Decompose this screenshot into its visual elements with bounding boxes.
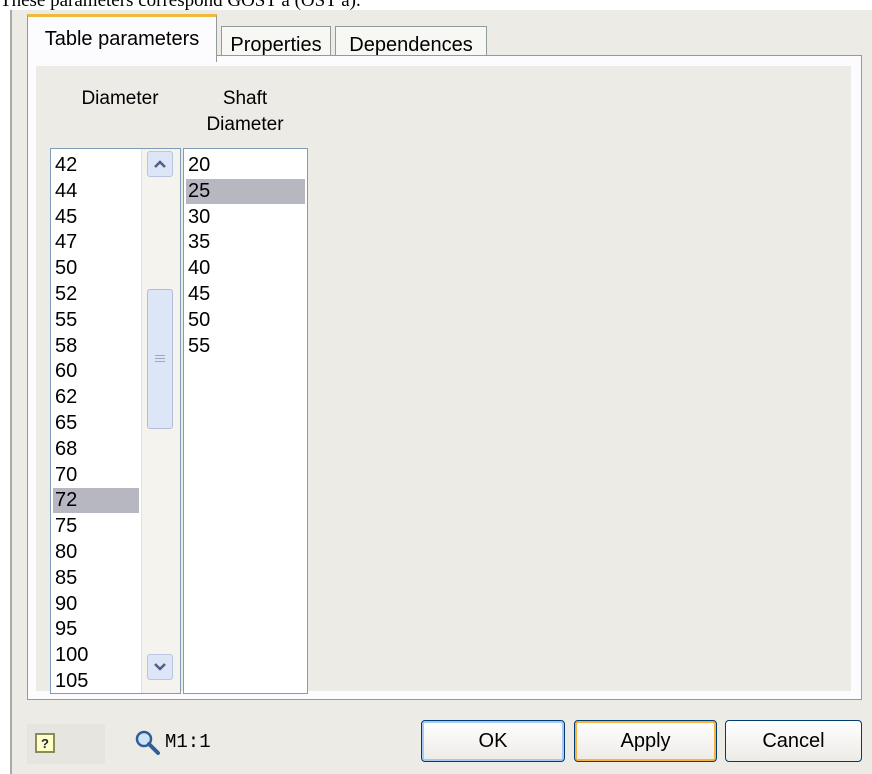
diameter-list-item[interactable]: 105 bbox=[53, 669, 139, 693]
scroll-down-button[interactable] bbox=[147, 654, 173, 680]
diameter-list-item[interactable]: 95 bbox=[53, 617, 139, 642]
shaft-diameter-listbox[interactable]: 55 50 45 40 35 30 25 20 bbox=[183, 148, 308, 694]
shaft-diameter-header-line1: Shaft bbox=[222, 88, 268, 109]
diameter-list-item[interactable]: 70 bbox=[53, 463, 139, 488]
shaft-diameter-list-item[interactable]: 30 bbox=[186, 205, 305, 230]
shaft-diameter-list-item[interactable]: 55 bbox=[186, 334, 305, 359]
shaft-diameter-list-item[interactable]: 45 bbox=[186, 282, 305, 307]
apply-button[interactable]: Apply bbox=[574, 720, 717, 762]
diameter-list-item[interactable]: 60 bbox=[53, 359, 139, 384]
cancel-button[interactable]: Cancel bbox=[725, 720, 862, 762]
shaft-diameter-list-item[interactable]: 35 bbox=[186, 230, 305, 255]
diameter-list-item[interactable]: 45 bbox=[53, 205, 139, 230]
diameter-list-item[interactable]: 55 bbox=[53, 308, 139, 333]
diameter-list-item[interactable]: 68 bbox=[53, 437, 139, 462]
help-button[interactable]: ? bbox=[27, 724, 105, 764]
diameter-list-item[interactable]: 80 bbox=[53, 540, 139, 565]
tab-table-parameters[interactable]: Table parameters bbox=[27, 14, 217, 62]
diameter-header: Diameter bbox=[81, 88, 159, 109]
scroll-thumb[interactable] bbox=[147, 289, 173, 429]
diameter-list-item[interactable]: 85 bbox=[53, 566, 139, 591]
diameter-list-item[interactable]: 42 bbox=[53, 153, 139, 178]
diameter-list-item[interactable]: 100 bbox=[53, 643, 139, 668]
scale-label: M1:1 bbox=[165, 731, 211, 753]
diameter-listbox[interactable]: 105 100 95 90 85 80 75 72 70 68 65 62 60 58 55 52 50 47 45… bbox=[50, 148, 181, 694]
diameter-list-item[interactable]: 62 bbox=[53, 385, 139, 410]
diameter-list-item[interactable]: 90 bbox=[53, 592, 139, 617]
chevron-up-icon bbox=[154, 160, 166, 168]
diameter-list-item[interactable]: 75 bbox=[53, 514, 139, 539]
diameter-list-item[interactable]: 44 bbox=[53, 179, 139, 204]
shaft-diameter-list-item[interactable]: 25 bbox=[186, 178, 305, 204]
ok-button[interactable]: OK bbox=[421, 720, 565, 762]
diameter-list-item[interactable]: 58 bbox=[53, 334, 139, 359]
shaft-diameter-header-line2: Diameter bbox=[206, 114, 284, 135]
shaft-diameter-list-item[interactable]: 40 bbox=[186, 256, 305, 281]
question-icon: ? bbox=[35, 733, 55, 753]
diameter-list-item[interactable]: 47 bbox=[53, 230, 139, 255]
chevron-down-icon bbox=[154, 663, 166, 671]
magnifier-icon[interactable] bbox=[133, 728, 161, 756]
diameter-list-item[interactable]: 65 bbox=[53, 411, 139, 436]
diameter-list-item[interactable]: 50 bbox=[53, 256, 139, 281]
diameter-list-item[interactable]: 52 bbox=[53, 282, 139, 307]
shaft-diameter-list-item[interactable]: 50 bbox=[186, 308, 305, 333]
scroll-up-button[interactable] bbox=[147, 151, 173, 177]
caption-text: These parameters correspond GOST a (OST … bbox=[0, 0, 872, 10]
diameter-list-item[interactable]: 72 bbox=[53, 488, 139, 514]
diameter-scrollbar[interactable] bbox=[141, 149, 180, 693]
shaft-diameter-list-item[interactable]: 20 bbox=[186, 153, 305, 178]
grip-icon bbox=[155, 355, 165, 363]
